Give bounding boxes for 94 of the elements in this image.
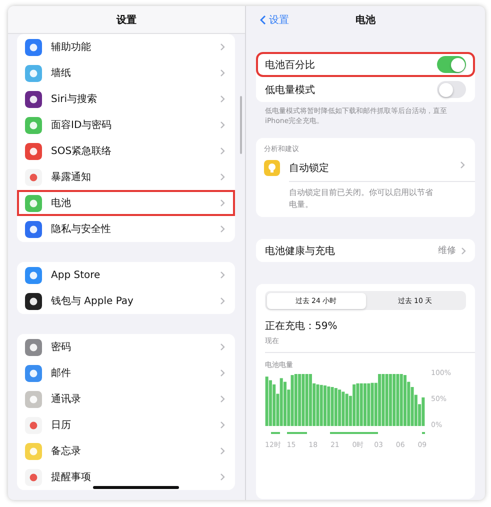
bar — [290, 375, 294, 426]
chevron-icon — [220, 343, 225, 351]
settings-item[interactable]: 暴露通知 — [17, 164, 235, 190]
bar — [338, 390, 342, 426]
bar — [378, 374, 382, 426]
bar — [403, 375, 407, 426]
bar — [410, 387, 414, 426]
chevron-icon — [220, 43, 225, 51]
settings-item[interactable]: 墙纸 — [17, 60, 235, 86]
back-chevron-icon — [260, 14, 266, 24]
settings-item[interactable]: 日历 — [17, 412, 235, 438]
chevron-icon — [220, 225, 225, 233]
bar — [283, 382, 287, 426]
bar — [345, 394, 348, 426]
settings-item[interactable]: 电池 — [17, 190, 235, 216]
bar — [323, 386, 327, 426]
bar — [400, 374, 403, 426]
bar — [367, 384, 370, 426]
bar — [268, 380, 272, 426]
toggle-switch[interactable] — [437, 81, 466, 98]
bar — [382, 374, 385, 426]
bar — [276, 394, 280, 426]
settings-item[interactable]: 面容ID与密码 — [17, 112, 235, 138]
bar — [302, 374, 305, 426]
back-link[interactable]: 设置 — [260, 12, 289, 26]
bar — [360, 384, 363, 426]
chevron-icon — [460, 161, 465, 170]
lightbulb-icon — [264, 160, 280, 176]
bar — [422, 398, 425, 426]
settings-item[interactable]: 密码 — [17, 334, 235, 360]
bar — [407, 382, 410, 426]
chevron-icon — [220, 369, 225, 377]
chevron-icon — [220, 395, 225, 403]
scrollbar — [240, 96, 242, 154]
bar — [265, 376, 268, 426]
settings-item[interactable]: 提醒事项 — [17, 464, 235, 490]
bar — [312, 384, 316, 426]
battery-health-row[interactable]: 电池健康与充电 维修 — [256, 239, 475, 262]
bar — [414, 395, 418, 426]
bar — [327, 386, 330, 426]
settings-item[interactable]: 邮件 — [17, 360, 235, 386]
charging-status: 正在充电：59% — [265, 320, 338, 334]
bar — [385, 374, 388, 426]
battery-health-label: 电池健康与充电 — [265, 244, 335, 258]
settings-item[interactable]: 通讯录 — [17, 386, 235, 412]
bar — [356, 384, 360, 426]
bar — [287, 390, 290, 426]
bar — [272, 384, 276, 426]
bar — [370, 383, 374, 426]
bar — [280, 378, 283, 426]
setting-label: 低电量模式 — [265, 84, 315, 96]
chevron-icon — [220, 95, 225, 103]
setting-label: 电池百分比 — [265, 58, 315, 72]
bar — [388, 374, 392, 426]
bar — [342, 392, 345, 426]
bar — [330, 387, 334, 426]
bar — [308, 374, 312, 426]
settings-item[interactable]: Siri与搜索 — [17, 86, 235, 112]
chevron-icon — [220, 271, 225, 279]
bar — [363, 384, 367, 426]
bar — [348, 396, 352, 426]
settings-item[interactable]: SOS紧急联络 — [17, 138, 235, 164]
settings-item[interactable]: 备忘录 — [17, 438, 235, 464]
bar — [334, 388, 338, 426]
chevron-icon — [220, 421, 225, 429]
bar — [294, 374, 298, 426]
chevron-icon — [220, 199, 225, 207]
health-value: 维修 — [438, 244, 456, 258]
insight-item[interactable]: 自动锁定 — [289, 161, 329, 176]
chevron-icon — [220, 121, 225, 129]
insight-note: 自动锁定目前已关闭。你可以启用以节省电量。 — [289, 187, 434, 212]
chevron-icon — [220, 173, 225, 181]
settings-item[interactable]: 隐私与安全性 — [17, 216, 235, 242]
settings-item[interactable]: 辅助功能 — [17, 34, 235, 60]
bar — [305, 374, 308, 426]
chevron-icon — [220, 447, 225, 455]
bar — [392, 374, 396, 426]
chevron-icon — [461, 246, 466, 255]
chevron-icon — [220, 69, 225, 77]
bar — [352, 384, 356, 426]
bar — [298, 374, 302, 426]
bar — [316, 384, 320, 426]
page-title: 电池 — [356, 14, 376, 26]
toggle-switch[interactable] — [437, 56, 466, 73]
settings-item[interactable]: App Store — [17, 262, 235, 288]
bar — [320, 385, 323, 426]
bar — [418, 404, 422, 426]
bar — [374, 383, 378, 426]
chevron-icon — [220, 473, 225, 481]
sidebar-title: 设置 — [116, 14, 136, 26]
settings-item[interactable]: 钱包与 Apple Pay — [17, 288, 235, 314]
bar — [396, 374, 400, 426]
chevron-icon — [220, 147, 225, 155]
chevron-icon — [220, 297, 225, 305]
